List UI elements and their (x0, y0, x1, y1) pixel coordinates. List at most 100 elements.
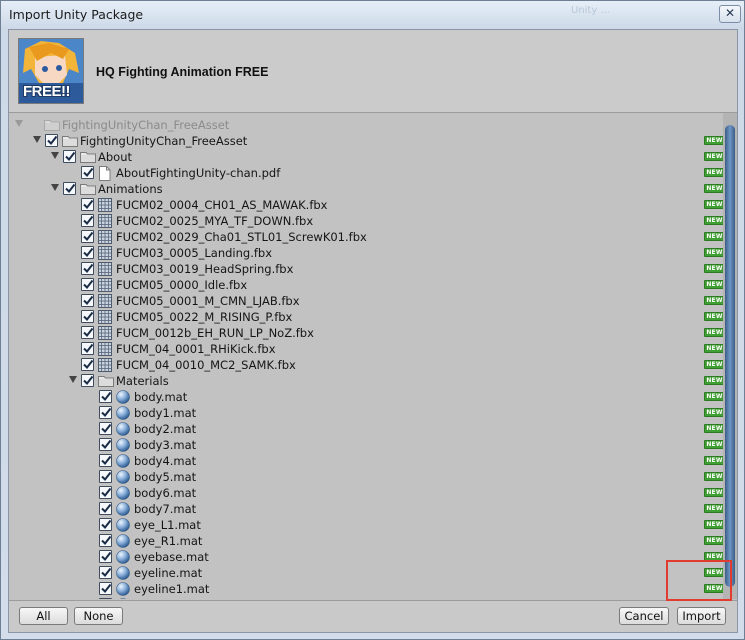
new-badge: NEW (704, 216, 723, 225)
window-title: Import Unity Package (9, 7, 144, 22)
tree-row[interactable]: FUCM_04_0001_RHiKick.fbx NEW (9, 341, 723, 357)
tree-row[interactable]: AboutFightingUnity-chan.pdf NEW (9, 165, 723, 181)
tree-row[interactable]: eyeline.mat NEW (9, 565, 723, 581)
folder-icon (98, 374, 114, 390)
row-checkbox[interactable] (63, 182, 76, 195)
expand-arrow-icon[interactable] (15, 120, 23, 127)
tree-row[interactable]: FUCM05_0022_M_RISING_P.fbx NEW (9, 309, 723, 325)
row-checkbox[interactable] (81, 342, 94, 355)
tree-row[interactable]: Animations NEW (9, 181, 723, 197)
row-label: FUCM02_0025_MYA_TF_DOWN.fbx (116, 214, 314, 228)
checkmark-icon (101, 535, 111, 546)
row-label: eyebase.mat (134, 550, 209, 564)
tree-row[interactable]: FUCM02_0029_Cha01_STL01_ScrewK01.fbx NEW (9, 229, 723, 245)
tree-row[interactable]: eyebase.mat NEW (9, 549, 723, 565)
row-checkbox[interactable] (99, 598, 112, 599)
expand-arrow-icon[interactable] (51, 184, 59, 191)
row-label: body5.mat (134, 470, 197, 484)
row-label: AboutFightingUnity-chan.pdf (116, 166, 281, 180)
row-checkbox[interactable] (81, 214, 94, 227)
new-badge: NEW (704, 504, 723, 513)
row-label: body6.mat (134, 486, 197, 500)
select-none-button[interactable]: None (74, 607, 123, 625)
row-checkbox[interactable] (99, 406, 112, 419)
row-label: FUCM02_0029_Cha01_STL01_ScrewK01.fbx (116, 230, 367, 244)
row-checkbox[interactable] (81, 198, 94, 211)
close-button[interactable]: ✕ (719, 5, 741, 23)
tree-row[interactable]: FUCM_04_0010_MC2_SAMK.fbx NEW (9, 357, 723, 373)
row-checkbox[interactable] (81, 358, 94, 371)
row-label: FUCM03_0019_HeadSpring.fbx (116, 262, 294, 276)
row-checkbox[interactable] (81, 310, 94, 323)
select-all-button[interactable]: All (19, 607, 68, 625)
row-checkbox[interactable] (99, 422, 112, 435)
tree-row[interactable]: NEW (9, 597, 723, 599)
row-checkbox[interactable] (99, 470, 112, 483)
tree-row[interactable]: FUCM03_0019_HeadSpring.fbx NEW (9, 261, 723, 277)
row-checkbox[interactable] (99, 486, 112, 499)
row-checkbox[interactable] (99, 566, 112, 579)
row-checkbox[interactable] (81, 246, 94, 259)
checkmark-icon (83, 327, 93, 338)
row-checkbox[interactable] (45, 134, 58, 147)
new-badge: NEW (704, 280, 723, 289)
row-label: body.mat (134, 390, 188, 404)
tree-row[interactable]: FUCM02_0025_MYA_TF_DOWN.fbx NEW (9, 213, 723, 229)
tree-row[interactable]: FightingUnityChan_FreeAsset (9, 117, 723, 133)
row-checkbox[interactable] (81, 166, 94, 179)
tree-row[interactable]: FUCM05_0000_Idle.fbx NEW (9, 277, 723, 293)
row-checkbox[interactable] (81, 294, 94, 307)
expand-arrow-icon[interactable] (51, 152, 59, 159)
tree-row[interactable]: body4.mat NEW (9, 453, 723, 469)
row-checkbox[interactable] (81, 262, 94, 275)
vertical-scrollbar[interactable] (723, 113, 737, 599)
new-badge: NEW (704, 232, 723, 241)
tree-row[interactable]: body7.mat NEW (9, 501, 723, 517)
row-checkbox[interactable] (99, 502, 112, 515)
folder-icon (44, 118, 60, 134)
tree-row[interactable]: FUCM02_0004_CH01_AS_MAWAK.fbx NEW (9, 197, 723, 213)
scrollbar-thumb[interactable] (725, 125, 735, 587)
tree-row[interactable]: body6.mat NEW (9, 485, 723, 501)
title-bar[interactable]: Import Unity Package Unity ... ✕ (1, 1, 744, 29)
row-checkbox[interactable] (99, 454, 112, 467)
row-checkbox[interactable] (81, 326, 94, 339)
row-checkbox[interactable] (99, 582, 112, 595)
folder-icon (80, 150, 96, 166)
tree-row[interactable]: body.mat NEW (9, 389, 723, 405)
checkmark-icon (83, 295, 93, 306)
row-checkbox[interactable] (99, 534, 112, 547)
tree-row[interactable]: About NEW (9, 149, 723, 165)
row-checkbox[interactable] (99, 550, 112, 563)
row-checkbox[interactable] (63, 150, 76, 163)
row-checkbox[interactable] (99, 518, 112, 531)
tree-row[interactable]: body1.mat NEW (9, 405, 723, 421)
tree-row[interactable]: FUCM_0012b_EH_RUN_LP_NoZ.fbx NEW (9, 325, 723, 341)
tree-row[interactable]: eye_R1.mat NEW (9, 533, 723, 549)
checkmark-icon (65, 183, 75, 194)
import-button[interactable]: Import (677, 607, 726, 625)
checkmark-icon (101, 407, 111, 418)
row-checkbox[interactable] (99, 390, 112, 403)
tree-row[interactable]: body2.mat NEW (9, 421, 723, 437)
row-label: FightingUnityChan_FreeAsset (80, 134, 248, 148)
row-checkbox[interactable] (81, 278, 94, 291)
row-checkbox[interactable] (99, 438, 112, 451)
tree-row[interactable]: eyeline1.mat NEW (9, 581, 723, 597)
tree-row[interactable]: eye_L1.mat NEW (9, 517, 723, 533)
new-badge: NEW (704, 184, 723, 193)
expand-arrow-icon[interactable] (33, 136, 41, 143)
tree-row[interactable]: body3.mat NEW (9, 437, 723, 453)
close-icon: ✕ (724, 6, 736, 20)
tree-row[interactable]: FightingUnityChan_FreeAsset NEW (9, 133, 723, 149)
tree-row[interactable]: body5.mat NEW (9, 469, 723, 485)
row-label: FightingUnityChan_FreeAsset (62, 118, 230, 132)
background-window-text: Unity ... (571, 5, 610, 16)
row-checkbox[interactable] (81, 230, 94, 243)
tree-row[interactable]: FUCM03_0005_Landing.fbx NEW (9, 245, 723, 261)
cancel-button[interactable]: Cancel (619, 607, 669, 625)
row-checkbox[interactable] (81, 374, 94, 387)
expand-arrow-icon[interactable] (69, 376, 77, 383)
tree-row[interactable]: FUCM05_0001_M_CMN_LJAB.fbx NEW (9, 293, 723, 309)
tree-row[interactable]: Materials NEW (9, 373, 723, 389)
